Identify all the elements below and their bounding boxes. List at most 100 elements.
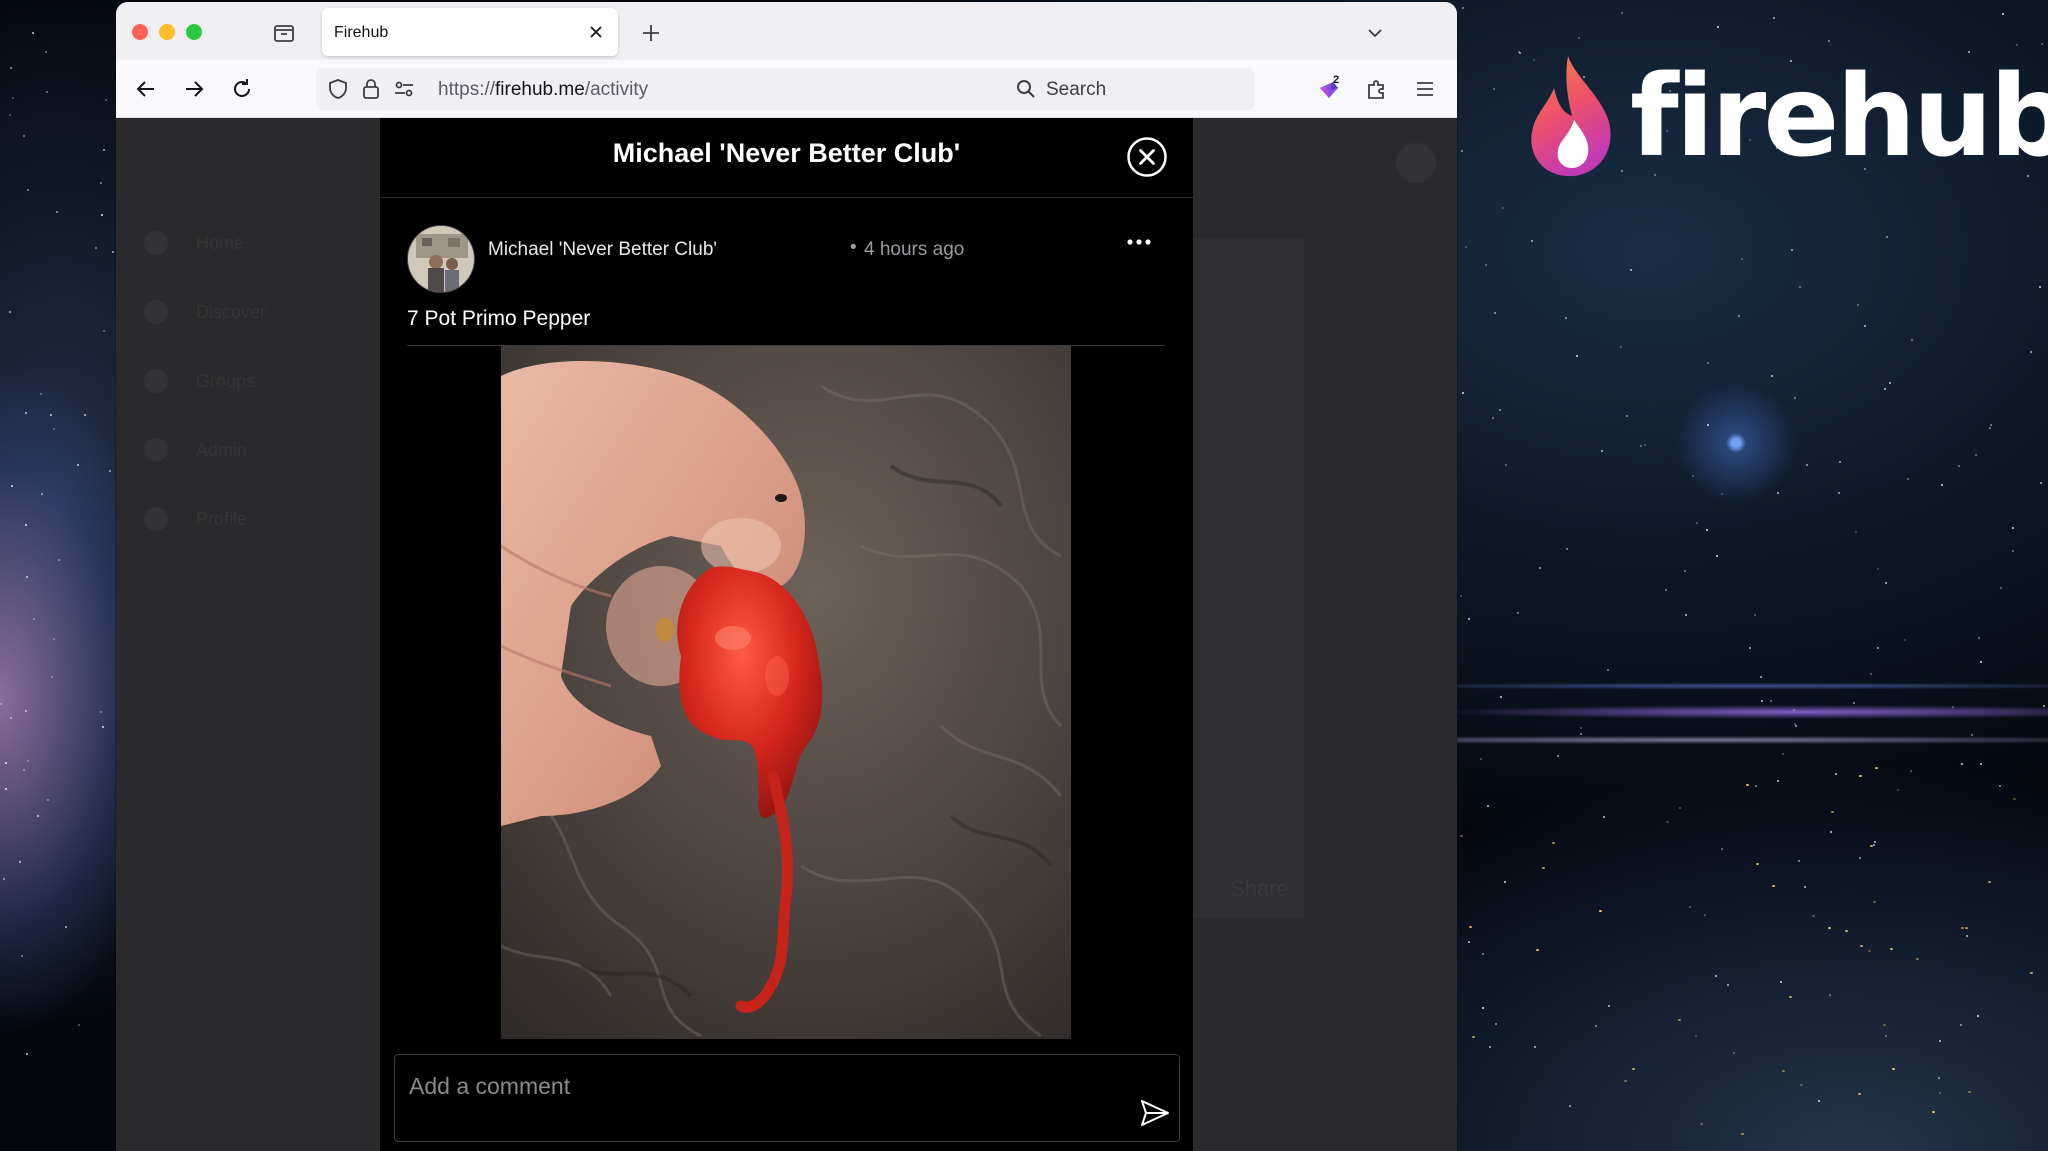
star-dot [1755,863,1759,866]
star-dot [1989,426,1992,429]
list-all-tabs-chevron-icon[interactable] [1360,18,1390,48]
star-dot [1740,1132,1744,1135]
comment-input[interactable] [409,1069,1109,1103]
pepper-photo [501,346,1071,1039]
star-dot [1678,1019,1682,1022]
star-dot [1857,1093,1861,1096]
star-dot [2029,972,2033,974]
extensions-puzzle-icon[interactable] [1360,72,1394,106]
star-dot [1484,264,1487,267]
star-dot [1812,915,1816,918]
star-dot [1754,785,1757,788]
app-menu-hamburger-icon[interactable] [1408,72,1442,106]
star-dot [1625,415,1628,418]
star-dot [1738,315,1741,318]
forward-arrow-icon[interactable] [177,72,211,106]
star-dot [51,675,54,678]
comment-box [394,1054,1180,1142]
star-dot [0,703,3,706]
firehub-logo: firehub [1524,52,2048,182]
star-dot [1565,316,1568,319]
post-image[interactable] [501,346,1071,1039]
ghost-share-label: Share [1230,876,1289,901]
star-dot [1829,831,1832,834]
more-options-icon[interactable] [1122,230,1156,254]
tab-firehub[interactable]: Firehub [322,8,618,56]
lock-icon[interactable] [359,77,383,101]
star-dot [1909,770,1912,773]
close-modal-icon[interactable] [1126,136,1168,178]
star-dot [1599,910,1603,913]
star-dot [46,90,49,93]
star-dot [64,925,67,928]
star-dot [22,769,25,772]
star-dot [1803,886,1806,889]
star-dot [1885,582,1888,585]
tracking-protection-shield-icon[interactable] [326,77,350,101]
star-dot [1494,311,1497,314]
star-dot [1460,835,1464,837]
star-dot [1480,757,1483,760]
star-dot [1837,491,1840,494]
star-dot [1531,239,1534,242]
star-dot [1872,844,1875,847]
close-window-button[interactable] [132,24,148,40]
star-dot [1715,555,1718,558]
star-dot [1891,1067,1895,1070]
star-dot [1856,303,1859,306]
star-dot [2015,43,2018,46]
star-dot [1595,1024,1598,1027]
tab-groups-icon[interactable] [269,18,299,48]
post-author-name[interactable]: Michael 'Never Better Club' [488,239,717,261]
star-dot [1481,952,1484,955]
send-comment-icon[interactable] [1137,1095,1173,1131]
new-tab-icon[interactable] [636,18,666,48]
tab-close-icon[interactable] [582,18,610,46]
star-dot [99,181,102,184]
star-dot [1877,567,1880,570]
star-dot [1632,1068,1636,1071]
star-dot [55,211,58,214]
star-dot [1882,1023,1886,1026]
star-dot [1623,1079,1627,1082]
search-icon [1014,77,1038,101]
star-dot [1772,885,1776,888]
star-dot [1753,614,1756,617]
url-host: firehub.me [495,79,585,100]
star-dot [1760,700,1763,703]
star-dot [2012,527,2014,530]
star-dot [1999,586,2002,589]
star-dot [1958,465,1960,468]
star-dot [1960,1024,1962,1027]
star-dot [1967,1090,1971,1093]
address-bar[interactable]: https://firehub.me/activity [316,68,1106,110]
page-permissions-icon[interactable] [392,77,416,101]
maximize-window-button[interactable] [186,24,202,40]
star-dot [77,1023,80,1026]
star-dot [1805,463,1808,466]
star-dot [1889,381,1892,384]
star-dot [1685,613,1688,616]
star-dot [52,637,55,640]
author-avatar[interactable] [407,225,475,293]
star-dot [1863,325,1866,328]
reload-icon[interactable] [225,72,259,106]
star-dot [1890,947,1894,950]
minimize-window-button[interactable] [159,24,175,40]
star-dot [10,485,13,488]
ghost-nav-item: Discover [144,297,344,327]
star-dot [1666,821,1669,824]
star-dot [1827,926,1831,929]
star-dot [1539,567,1542,570]
search-bar[interactable]: Search [1002,68,1254,110]
star-dot [12,96,15,99]
star-dot [1715,974,1718,977]
url-text[interactable]: https://firehub.me/activity [438,79,648,101]
ghost-nav-icon [144,300,168,324]
star-dot [37,814,40,817]
star-dot [1580,726,1583,729]
back-arrow-icon[interactable] [129,72,163,106]
star-dot [1499,408,1502,411]
star-dot [1460,150,1463,153]
tab-title: Firehub [334,24,389,41]
